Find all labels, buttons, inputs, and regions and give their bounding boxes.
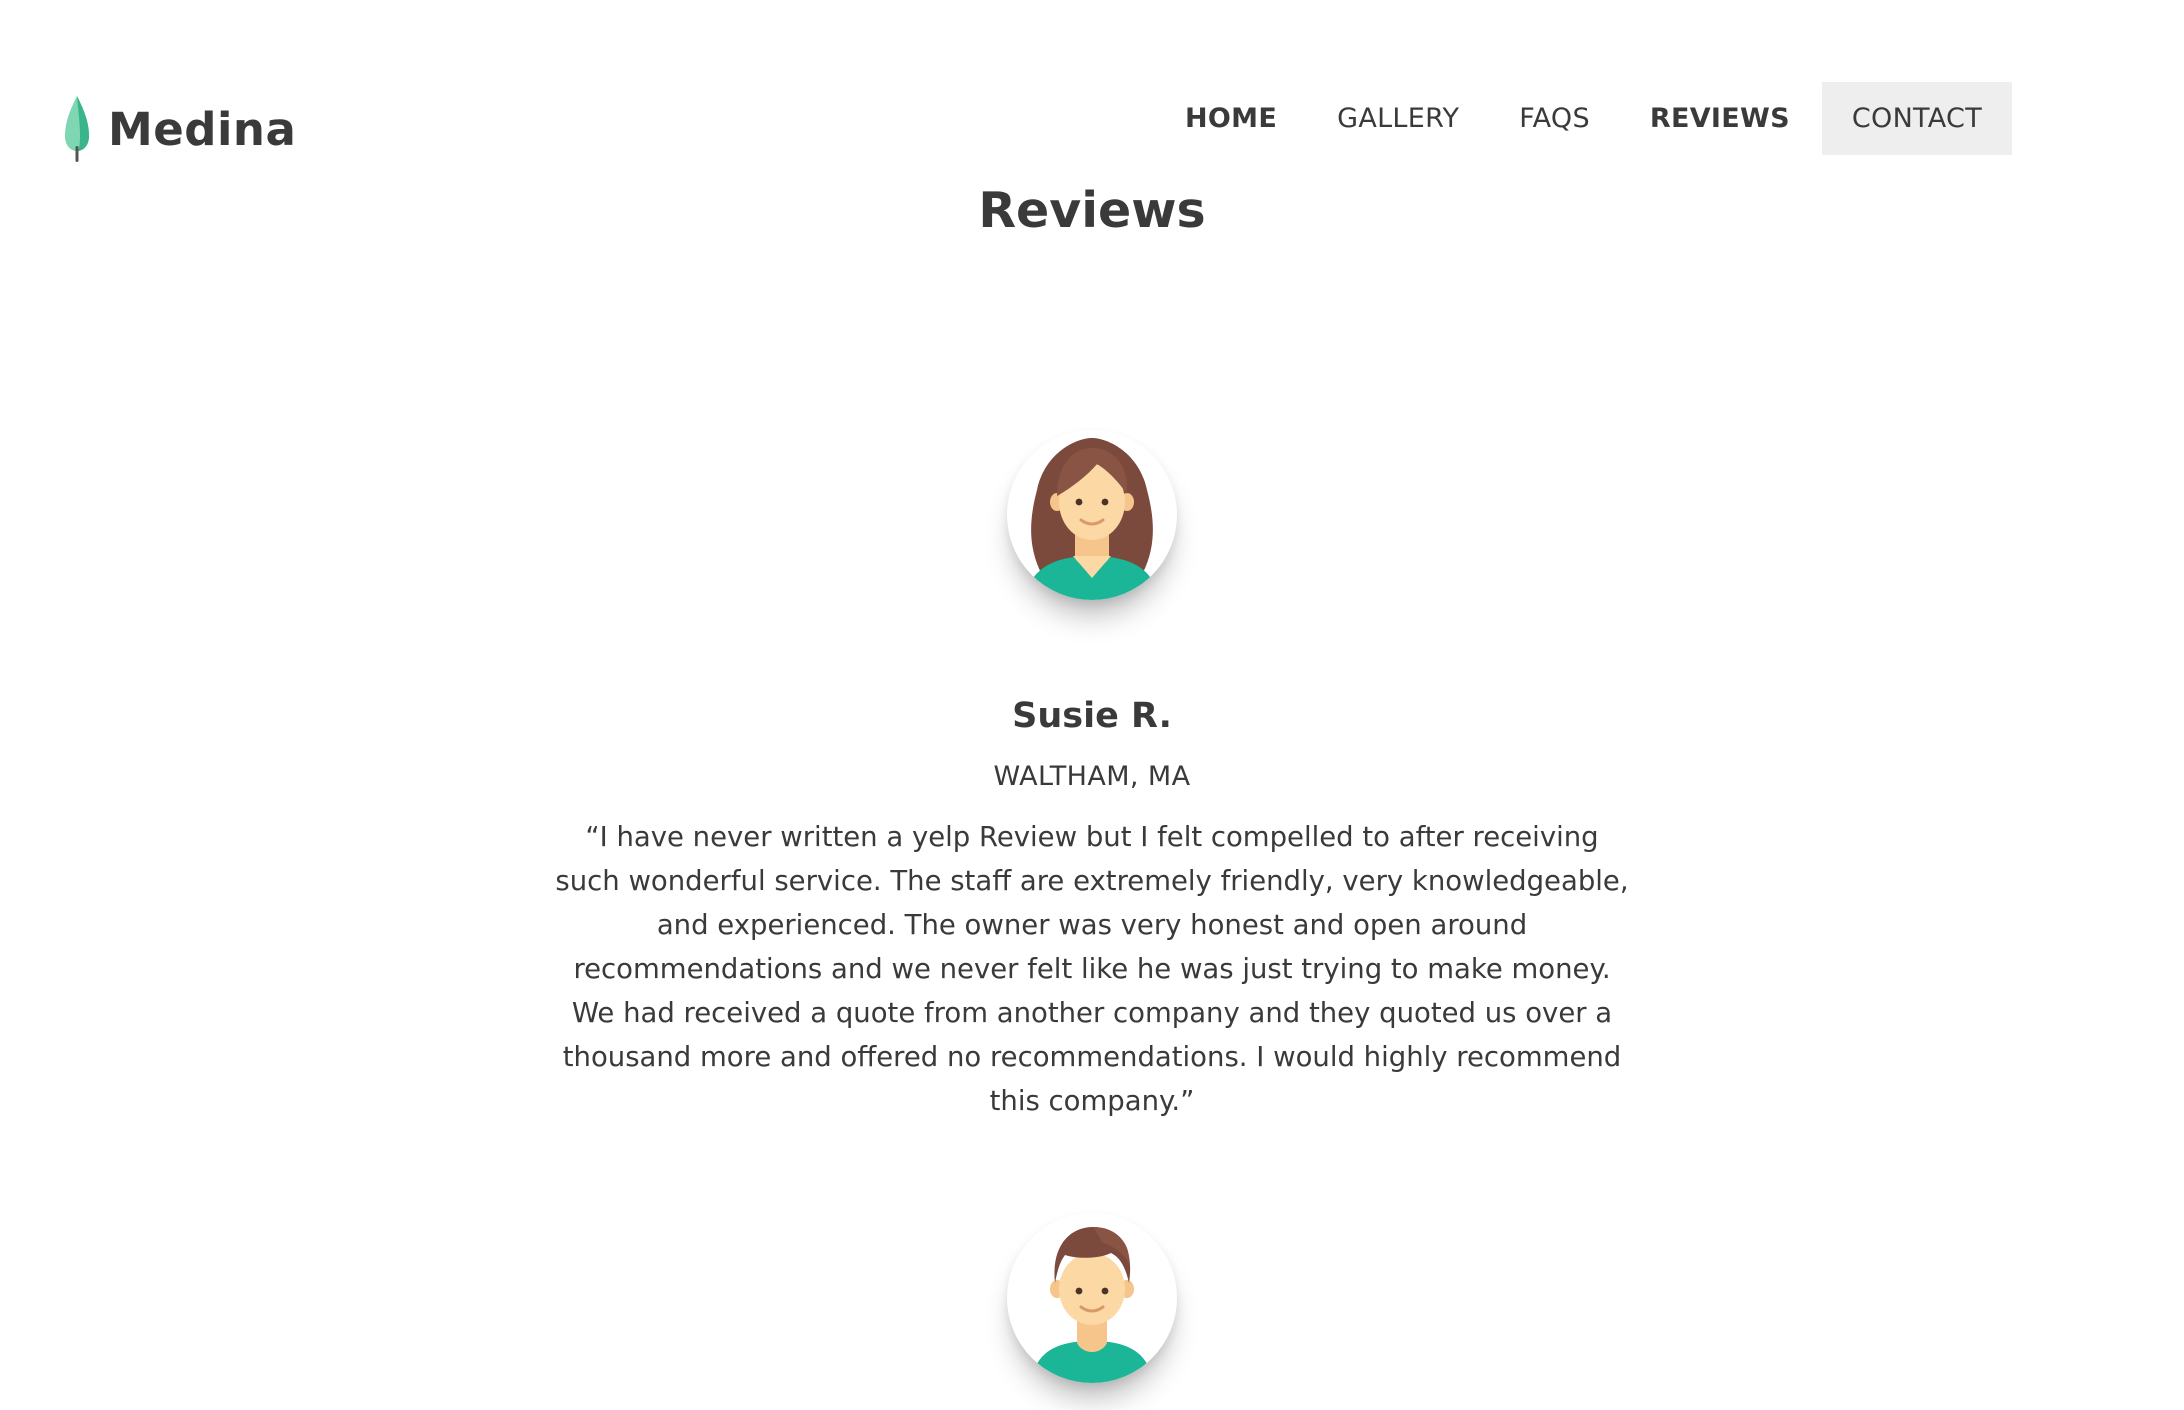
review-text: “I have never written a yelp Review but … bbox=[555, 821, 1629, 1118]
brand-name: Medina bbox=[108, 102, 297, 156]
review-card bbox=[0, 1213, 2184, 1383]
woman-avatar-icon bbox=[1025, 438, 1159, 600]
nav-home[interactable]: HOME bbox=[1155, 82, 1307, 155]
nav-contact[interactable]: CONTACT bbox=[1821, 82, 2012, 155]
reviewer-avatar bbox=[1007, 1213, 1177, 1383]
nav-faqs[interactable]: FAQS bbox=[1489, 82, 1620, 155]
page-title: Reviews bbox=[978, 182, 1206, 239]
brand-logo-link[interactable]: Medina bbox=[64, 94, 296, 164]
reviewer-avatar bbox=[1007, 430, 1177, 600]
man-avatar-icon bbox=[1031, 1227, 1153, 1383]
reviewer-name: Susie R. bbox=[1012, 696, 1172, 736]
tree-icon bbox=[65, 96, 89, 162]
nav-gallery[interactable]: GALLERY bbox=[1307, 82, 1489, 155]
reviewer-location: WALTHAM, MA bbox=[993, 761, 1191, 792]
nav-reviews[interactable]: REVIEWS bbox=[1620, 82, 1820, 155]
review-card: Susie R. WALTHAM, MA “I have never writt… bbox=[0, 430, 2184, 1123]
site-header: Medina HOME GALLERY FAQS REVIEWS CONTACT bbox=[0, 0, 2184, 170]
main-nav: HOME GALLERY FAQS REVIEWS CONTACT bbox=[1155, 82, 2012, 155]
